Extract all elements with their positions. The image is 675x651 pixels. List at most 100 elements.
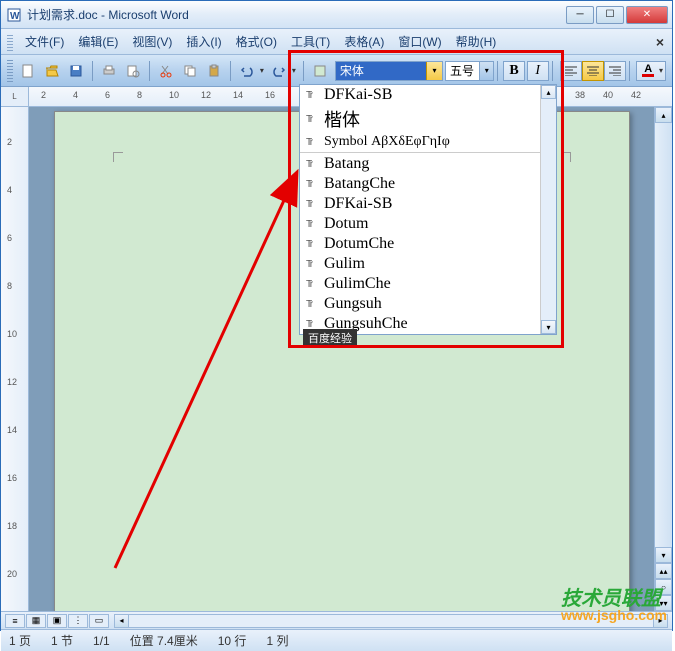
status-line: 10 行 [218,632,247,649]
align-right-button[interactable] [604,61,626,81]
toolbar: ▾ ▾ ▾ 五号 ▾ B I A ▾ [1,55,672,87]
print-preview-button[interactable] [122,60,144,82]
scroll-up-button[interactable]: ▴ [655,107,672,123]
font-color-button[interactable]: A ▾ [636,61,666,81]
web-view-button[interactable]: ▦ [26,614,46,628]
font-option[interactable]: TrGulim [300,254,556,274]
font-option[interactable]: TrBatangChe [300,174,556,194]
doc-close-button[interactable]: × [656,34,664,50]
copy-button[interactable] [179,60,201,82]
prev-page-button[interactable]: ▴▴ [655,563,672,579]
align-center-button[interactable] [582,61,604,81]
size-value: 五号 [446,62,479,79]
font-option[interactable]: TrDotum [300,214,556,234]
italic-button[interactable]: I [527,61,549,81]
truetype-icon: Tr [306,179,324,190]
vertical-scrollbar[interactable]: ▴ ▾ ▴▴ ○ ▾▾ [654,107,672,611]
font-option[interactable]: TrDFKai-SB [300,85,556,105]
menu-view[interactable]: 视图(V) [126,30,178,53]
undo-button[interactable] [236,60,258,82]
baidu-watermark: 百度经验 [303,329,357,347]
scroll-left-button[interactable]: ◂ [115,615,129,627]
truetype-icon: Tr [306,259,324,270]
font-option[interactable]: TrDFKai-SB [300,194,556,214]
print-button[interactable] [98,60,120,82]
ruler-corner: L [1,87,29,106]
scroll-right-button[interactable]: ▸ [653,615,667,627]
paste-button[interactable] [203,60,225,82]
redo-button[interactable] [268,60,290,82]
font-scroll-up[interactable]: ▴ [541,85,556,99]
margin-marker-tl [113,152,123,162]
window-title: 计划需求.doc - Microsoft Word [27,6,566,23]
truetype-icon: Tr [306,199,324,210]
browse-object-button[interactable]: ○ [655,579,672,595]
svg-text:W: W [10,11,20,22]
status-position: 位置 7.4厘米 [130,632,198,649]
menu-format[interactable]: 格式(O) [230,30,283,53]
minimize-button[interactable]: ─ [566,6,594,24]
truetype-icon: Tr [306,159,324,170]
font-option[interactable]: TrGulimChe [300,274,556,294]
truetype-icon: Tr [306,90,324,101]
open-button[interactable] [41,60,63,82]
menu-grip-icon [7,33,13,51]
truetype-icon: Tr [306,239,324,250]
font-option[interactable]: TrDotumChe [300,234,556,254]
toolbar-grip-icon [7,60,13,82]
vertical-ruler[interactable]: 2468101214161820 [1,107,29,611]
font-option[interactable]: TrGungsuh [300,294,556,314]
new-button[interactable] [17,60,39,82]
menu-edit[interactable]: 编辑(E) [72,30,124,53]
font-dropdown-list[interactable]: TrDFKai-SB Tr楷体 TrSymbol ΑβΧδΕφΓηΙφ TrBa… [299,84,557,335]
menubar: 文件(F) 编辑(E) 视图(V) 插入(I) 格式(O) 工具(T) 表格(A… [1,29,672,55]
truetype-icon: Tr [306,319,324,330]
cut-button[interactable] [155,60,177,82]
font-scroll-down[interactable]: ▾ [541,320,556,334]
font-dropdown-button[interactable]: ▾ [426,62,442,80]
status-page: 1 页 [9,632,31,649]
truetype-icon: Tr [306,137,324,148]
outline-view-button[interactable]: ⋮ [68,614,88,628]
truetype-icon: Tr [306,219,324,230]
status-column: 1 列 [266,632,288,649]
save-button[interactable] [65,60,87,82]
redo-dropdown-icon[interactable]: ▾ [290,66,298,75]
undo-dropdown-icon[interactable]: ▾ [258,66,266,75]
menu-help[interactable]: 帮助(H) [450,30,503,53]
close-button[interactable]: ✕ [626,6,668,24]
titlebar: W 计划需求.doc - Microsoft Word ─ ☐ ✕ [1,1,672,29]
menu-table[interactable]: 表格(A) [338,30,390,53]
font-input[interactable] [336,62,426,80]
menu-tools[interactable]: 工具(T) [285,30,336,53]
horizontal-scrollbar[interactable]: ◂ ▸ [114,614,668,628]
menu-window[interactable]: 窗口(W) [392,30,447,53]
font-list-scrollbar[interactable]: ▴ ▾ [540,85,556,334]
menu-insert[interactable]: 插入(I) [180,30,227,53]
font-selector[interactable]: ▾ [335,61,443,81]
font-option[interactable]: TrSymbol ΑβΧδΕφΓηΙφ [300,133,556,151]
font-option[interactable]: Tr楷体 [300,105,556,133]
statusbar: 1 页 1 节 1/1 位置 7.4厘米 10 行 1 列 [1,629,672,651]
truetype-icon: Tr [306,114,324,125]
maximize-button[interactable]: ☐ [596,6,624,24]
reading-view-button[interactable]: ▭ [89,614,109,628]
margin-marker-tr [561,152,571,162]
status-page-of: 1/1 [93,634,110,648]
align-left-button[interactable] [560,61,582,81]
scroll-down-button[interactable]: ▾ [655,547,672,563]
menu-file[interactable]: 文件(F) [19,30,70,53]
bold-button[interactable]: B [503,61,525,81]
truetype-icon: Tr [306,279,324,290]
print-layout-button[interactable]: ▣ [47,614,67,628]
doc-map-button[interactable] [309,60,331,82]
status-section: 1 节 [51,632,73,649]
font-color-dropdown-icon[interactable]: ▾ [657,66,665,75]
view-buttons-bar: ≡ ▦ ▣ ⋮ ▭ ◂ ▸ [1,611,672,629]
font-option[interactable]: TrBatang [300,154,556,174]
size-selector[interactable]: 五号 ▾ [445,61,494,81]
size-dropdown-button[interactable]: ▾ [479,62,493,80]
normal-view-button[interactable]: ≡ [5,614,25,628]
word-icon: W [5,6,23,24]
next-page-button[interactable]: ▾▾ [655,595,672,611]
